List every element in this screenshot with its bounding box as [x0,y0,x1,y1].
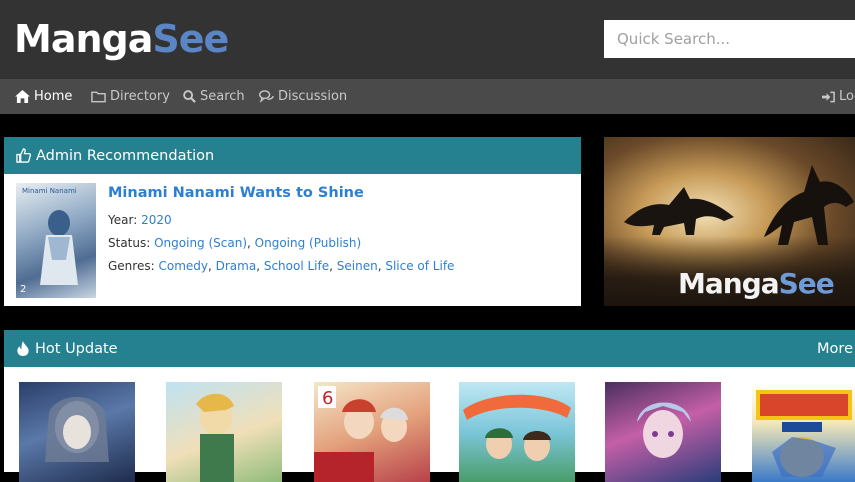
nav-item-search[interactable]: Search [183,79,245,114]
genre-link-seinen[interactable]: Seinen [337,259,378,273]
nav-item-discussion[interactable]: Discussion [259,79,347,114]
sign-in-icon [822,91,835,102]
admin-recommendation-panel: Admin Recommendation Minami Nanami 2 Min… [4,137,581,306]
main-nav: Home Directory Search Discussion Log [0,79,855,114]
cover-character-illustration [40,210,78,285]
genre-link-drama[interactable]: Drama [216,259,257,273]
nav-item-login[interactable]: Log [822,79,855,114]
thumbs-up-icon [16,148,31,163]
hot-update-header: Hot Update [4,330,855,367]
comments-icon [259,90,274,103]
wolf-silhouette-left [624,187,734,235]
svg-text:6: 6 [322,388,333,409]
site-logo[interactable]: MangaSee [14,17,229,61]
nav-item-home[interactable]: Home [15,79,72,114]
admin-recommendation-header: Admin Recommendation [4,137,581,174]
recommendation-status: Status: Ongoing (Scan), Ongoing (Publish… [108,236,362,250]
genre-link-comedy[interactable]: Comedy [158,259,208,273]
hot-update-cover[interactable] [166,382,282,482]
recommendation-cover-image[interactable]: Minami Nanami 2 [16,183,96,298]
genre-link-school-life[interactable]: School Life [264,259,329,273]
home-icon [15,90,30,103]
wolf-silhouette-right [764,165,854,245]
search-icon [183,90,196,103]
site-header: MangaSee [0,0,855,79]
recommendation-title-link[interactable]: Minami Nanami Wants to Shine [108,185,454,201]
mangasee-promo-banner[interactable]: MangaSee [604,137,855,306]
fire-icon [17,341,29,356]
hot-update-cover[interactable]: 6 [314,382,430,482]
recommendation-genres: Genres: Comedy, Drama, School Life, Sein… [108,259,455,273]
banner-logo-text: MangaSee [678,267,835,300]
folder-icon [91,91,106,102]
status-publish-link[interactable]: Ongoing (Publish) [255,236,362,250]
hot-update-cover[interactable] [605,382,721,482]
hot-update-panel: Hot Update More 6 [4,330,855,482]
hot-update-cover[interactable] [459,382,575,482]
hot-update-cover[interactable] [19,382,135,482]
genre-link-slice-of-life[interactable]: Slice of Life [385,259,454,273]
year-link[interactable]: 2020 [141,213,172,227]
recommendation-info: Minami Nanami Wants to Shine Year: 2020 … [108,185,454,278]
nav-item-directory[interactable]: Directory [91,79,170,114]
recommendation-year: Year: 2020 [108,213,172,227]
hot-update-cover[interactable] [752,382,855,482]
quick-search-input[interactable] [604,20,855,58]
hot-update-more-link[interactable]: More [817,330,853,367]
status-scan-link[interactable]: Ongoing (Scan) [154,236,247,250]
